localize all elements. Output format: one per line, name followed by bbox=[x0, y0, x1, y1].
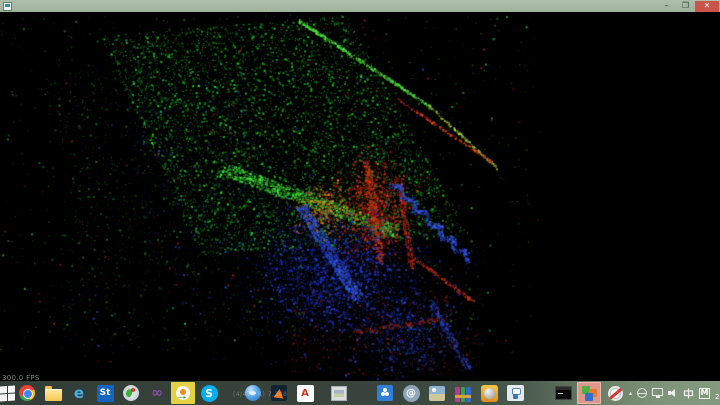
globe-game-app-icon[interactable] bbox=[477, 382, 501, 404]
tray-date: 2018/3/29 bbox=[715, 393, 720, 401]
close-button[interactable]: ✕ bbox=[695, 0, 719, 12]
blue-clover-app-icon[interactable] bbox=[373, 382, 397, 404]
volume-icon[interactable] bbox=[668, 383, 678, 403]
chrome-icon[interactable] bbox=[15, 382, 39, 404]
system-tray: ▴ M 21:40 2018/3/29 bbox=[629, 381, 720, 405]
robot-app-icon[interactable] bbox=[503, 382, 527, 404]
network-status-icon[interactable] bbox=[637, 383, 648, 403]
windows-logo-icon bbox=[0, 384, 15, 402]
winrar-icon[interactable] bbox=[451, 382, 475, 404]
file-explorer-icon[interactable] bbox=[41, 382, 65, 404]
desktop: – ❐ ✕ 300.0 FPS (4/476 K) 7,248 e St ∞ S A @ … bbox=[0, 0, 720, 405]
app-window-icon bbox=[3, 1, 12, 11]
acrobat-reader-icon[interactable]: A bbox=[293, 382, 317, 404]
pointcloud-viewport[interactable] bbox=[0, 0, 720, 405]
input-mode-icon[interactable]: M bbox=[699, 383, 711, 403]
window-titlebar: – ❐ ✕ bbox=[0, 0, 720, 12]
mail-at-app-icon[interactable]: @ bbox=[399, 382, 423, 404]
tray-time: 21:40 bbox=[715, 385, 720, 393]
taskbar-apps: e St ∞ S A @ bbox=[15, 381, 629, 405]
scene-app-icon[interactable] bbox=[425, 382, 449, 404]
taskbar: eSt ∞ S A @ ▴ M 21:40 2018/3/29 bbox=[0, 381, 720, 405]
internet-explorer-icon[interactable]: e bbox=[67, 382, 91, 404]
pointcloud-app-active-icon[interactable] bbox=[577, 382, 601, 404]
blue-sphere-app-icon[interactable] bbox=[241, 382, 265, 404]
restore-button[interactable]: ❐ bbox=[676, 1, 695, 12]
start-button[interactable] bbox=[0, 381, 15, 405]
tray-clock[interactable]: 21:40 2018/3/29 bbox=[715, 385, 720, 401]
photo-viewer-icon[interactable] bbox=[327, 382, 351, 404]
input-language-icon[interactable] bbox=[683, 383, 694, 403]
hidden-icons-icon[interactable]: ▴ bbox=[629, 383, 632, 403]
matlab-icon[interactable] bbox=[267, 382, 291, 404]
skype-icon[interactable]: S bbox=[197, 382, 221, 404]
minimize-button[interactable]: – bbox=[657, 1, 676, 12]
blocked-app-icon[interactable] bbox=[603, 382, 627, 404]
st-app-icon[interactable]: St bbox=[93, 382, 117, 404]
console-window-icon[interactable] bbox=[551, 382, 575, 404]
visual-studio-icon[interactable]: ∞ bbox=[145, 382, 169, 404]
display-settings-icon[interactable] bbox=[652, 383, 664, 403]
cloudcompare-icon[interactable] bbox=[119, 382, 143, 404]
active-yellow-app-icon[interactable] bbox=[171, 382, 195, 404]
